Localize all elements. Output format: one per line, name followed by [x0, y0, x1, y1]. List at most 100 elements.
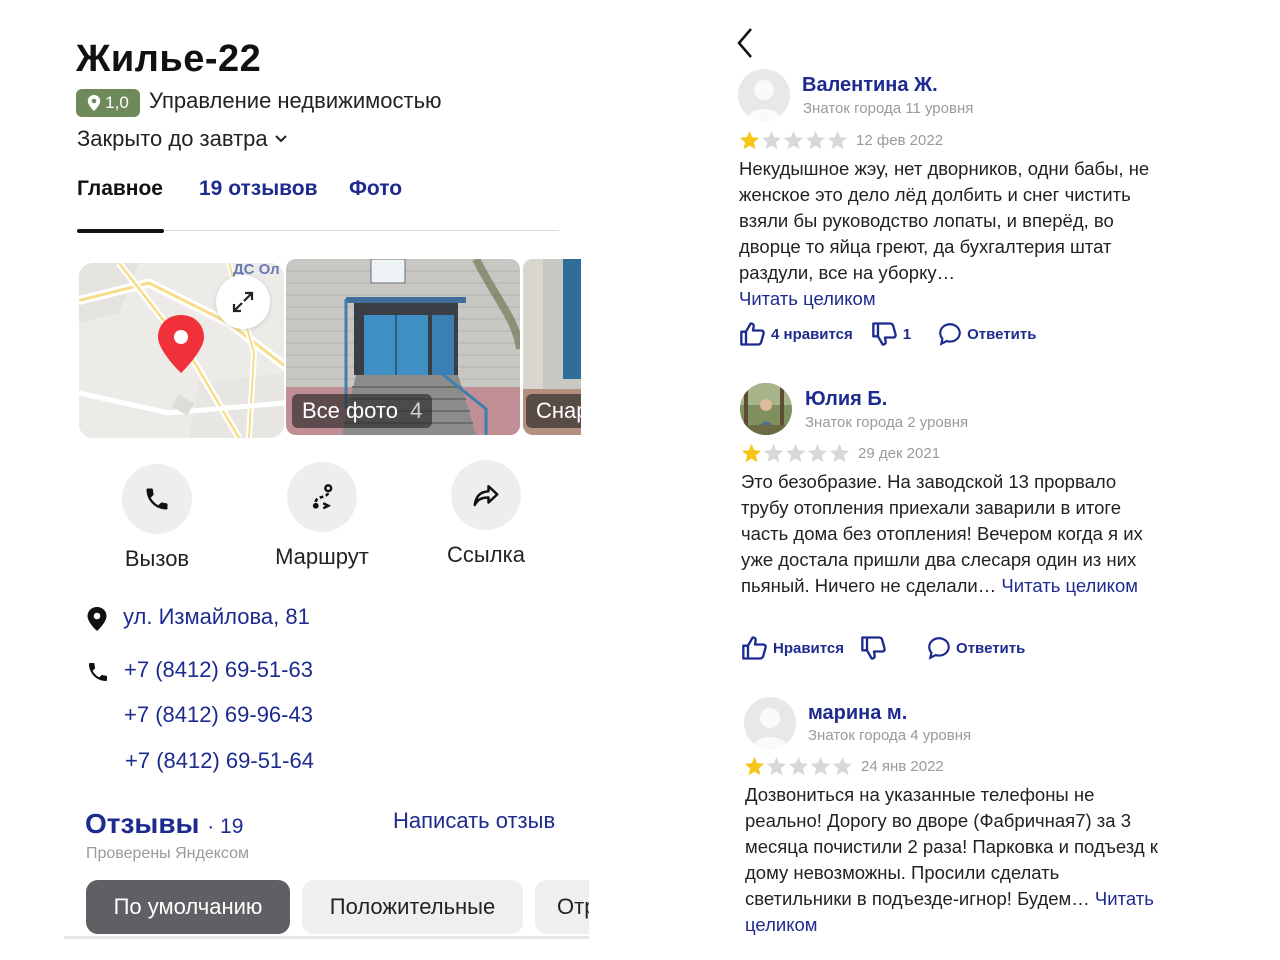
like-count: 4 нравится — [771, 325, 853, 343]
tab-reviews[interactable]: 19 отзывов — [199, 177, 318, 201]
read-more-link[interactable]: Читать целиком — [1001, 575, 1138, 596]
reply-button[interactable]: Ответить — [926, 635, 1025, 661]
reply-label: Ответить — [967, 325, 1037, 343]
back-arrow-icon[interactable] — [734, 26, 756, 60]
route-icon — [312, 484, 333, 510]
review-actions: 4 нравится 1 Ответить — [739, 320, 1036, 348]
rating-value: 1,0 — [105, 93, 129, 112]
read-more-link[interactable]: Читать целиком — [739, 288, 876, 309]
review-date: 24 янв 2022 — [861, 758, 944, 775]
review-actions: Нравится Ответить — [741, 634, 1025, 662]
rating-badge[interactable]: 1,0 — [76, 89, 140, 117]
reviews-heading: Отзывы · 19 — [85, 808, 243, 840]
address-link[interactable]: ул. Измайлова, 81 — [123, 604, 310, 630]
reviewer-level: Знаток города 11 уровня — [803, 100, 974, 117]
phone-link-2[interactable]: +7 (8412) 69-96-43 — [124, 702, 313, 728]
write-review-link[interactable]: Написать отзыв — [393, 808, 555, 834]
phone-icon — [146, 488, 168, 510]
all-photos-count: 4 — [410, 398, 423, 423]
map-marker-icon — [158, 315, 204, 373]
all-photos-label: Все фото — [302, 398, 398, 423]
user-photo-avatar — [740, 383, 792, 435]
address-pin-icon — [87, 607, 107, 631]
share-icon — [473, 485, 499, 507]
thumbs-down-icon — [871, 322, 897, 346]
star-empty-icon — [807, 443, 828, 463]
dislike-button[interactable] — [860, 634, 888, 662]
star-empty-icon — [785, 443, 806, 463]
star-empty-icon — [766, 756, 787, 776]
hours-status: Закрыто до завтра — [77, 126, 268, 151]
comment-icon — [928, 637, 950, 660]
rating-stars — [741, 443, 850, 463]
like-button[interactable]: Нравится — [741, 634, 844, 662]
reviewer-name[interactable]: Юлия Б. — [805, 388, 887, 411]
tab-photo[interactable]: Фото — [349, 177, 402, 201]
verified-note: Проверены Яндексом — [86, 845, 249, 862]
reply-label: Ответить — [956, 639, 1026, 657]
star-filled-icon — [741, 443, 762, 463]
avatar[interactable] — [740, 383, 792, 435]
active-tab-indicator — [77, 229, 164, 233]
phone-link-1[interactable]: +7 (8412) 69-51-63 — [124, 657, 313, 683]
expand-icon — [232, 291, 254, 313]
star-empty-icon — [827, 130, 848, 150]
avatar[interactable] — [744, 697, 796, 749]
review-text: Это безобразие. На заводской 13 прорвало… — [741, 469, 1161, 599]
thumbs-up-icon — [742, 636, 767, 660]
share-button[interactable]: Ссылка — [436, 460, 536, 568]
contact-phone-icon — [89, 663, 107, 681]
expand-map-button[interactable] — [216, 275, 270, 329]
reviews-title: Отзывы — [85, 808, 200, 839]
rating-stars — [744, 756, 853, 776]
like-button[interactable]: 4 нравится — [739, 320, 853, 348]
review-date: 12 фев 2022 — [856, 132, 944, 149]
default-avatar-icon — [738, 69, 790, 121]
filter-default-chip[interactable]: По умолчанию — [86, 880, 290, 934]
photo-next[interactable]: Снар — [523, 259, 581, 435]
route-circle — [287, 462, 357, 532]
map-preview[interactable]: ДС Ол — [79, 263, 284, 438]
reviewer-name[interactable]: марина м. — [808, 702, 907, 725]
route-button[interactable]: Маршрут — [262, 462, 382, 570]
star-empty-icon — [788, 756, 809, 776]
star-empty-icon — [783, 130, 804, 150]
star-empty-icon — [761, 130, 782, 150]
review-text: Некудышное жэу, нет дворников, одни бабы… — [739, 156, 1169, 312]
comment-icon — [939, 323, 961, 346]
bottom-divider — [64, 936, 589, 939]
avatar[interactable] — [738, 69, 790, 121]
filter-positive-chip[interactable]: Положительные — [302, 880, 523, 934]
star-empty-icon — [805, 130, 826, 150]
dislike-count: 1 — [902, 325, 912, 343]
phone-link-3[interactable]: +7 (8412) 69-51-64 — [125, 748, 314, 774]
photo-entrance[interactable]: Все фото 4 — [286, 259, 520, 435]
organization-card: Жилье-22 1,0 Управление недвижимостью За… — [0, 0, 640, 960]
location-pin-icon — [87, 95, 101, 111]
review-text: Дозвониться на указанные телефоны не реа… — [745, 782, 1170, 938]
filter-negative-chip[interactable]: Отр — [535, 880, 589, 934]
call-button[interactable]: Вызов — [107, 464, 207, 572]
reviewer-level: Знаток города 4 уровня — [808, 727, 972, 744]
tab-main[interactable]: Главное — [77, 177, 163, 201]
reviewer-name[interactable]: Валентина Ж. — [802, 74, 938, 97]
next-photo-label: Снар — [526, 394, 581, 428]
thumbs-down-icon — [861, 636, 886, 660]
hours-dropdown[interactable]: Закрыто до завтра — [77, 126, 288, 152]
rating-stars — [739, 130, 848, 150]
star-filled-icon — [744, 756, 765, 776]
reviewer-level: Знаток города 2 уровня — [805, 414, 969, 431]
like-label: Нравится — [773, 639, 845, 657]
tabs: Главное 19 отзывов Фото — [77, 177, 559, 237]
all-photos-button[interactable]: Все фото 4 — [292, 394, 433, 428]
star-empty-icon — [829, 443, 850, 463]
default-avatar-icon — [744, 697, 796, 749]
reply-button[interactable]: Ответить — [937, 321, 1036, 347]
star-filled-icon — [739, 130, 760, 150]
star-empty-icon — [763, 443, 784, 463]
share-label: Ссылка — [447, 542, 525, 567]
dislike-button[interactable]: 1 — [871, 320, 911, 348]
org-title: Жилье-22 — [76, 38, 262, 80]
call-circle — [122, 464, 192, 534]
reviews-count: · 19 — [207, 815, 244, 838]
